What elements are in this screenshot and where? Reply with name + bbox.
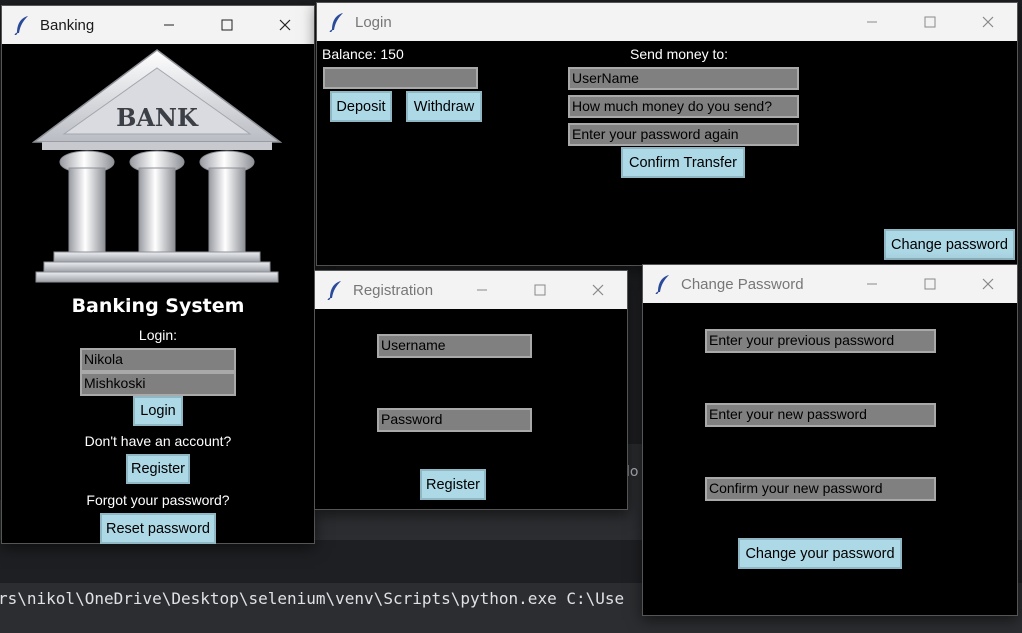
close-button[interactable] (959, 3, 1017, 41)
change-your-password-button[interactable]: Change your password (738, 538, 902, 569)
registration-window: Registration Username Password Register (314, 270, 628, 510)
change-password-client: Enter your previous password Enter your … (643, 303, 1017, 615)
previous-password-input[interactable]: Enter your previous password (705, 329, 936, 353)
close-button[interactable] (256, 6, 314, 44)
send-money-label: Send money to: (630, 46, 729, 62)
registration-client: Username Password Register (315, 309, 627, 509)
registration-titlebar[interactable]: Registration (315, 271, 627, 309)
confirm-transfer-button[interactable]: Confirm Transfer (621, 147, 745, 178)
feather-icon (325, 279, 347, 301)
app-heading: Banking System (71, 295, 245, 317)
feather-icon (12, 14, 34, 36)
window-title: Change Password (681, 275, 804, 293)
bank-logo-text: BANK (116, 103, 199, 132)
maximize-button[interactable] (901, 3, 959, 41)
bank-logo: BANK (32, 49, 282, 283)
minimize-button[interactable] (843, 3, 901, 41)
new-password-input[interactable]: Enter your new password (705, 403, 936, 427)
maximize-button[interactable] (198, 6, 256, 44)
no-account-label: Don't have an account? (84, 433, 232, 449)
minimize-button[interactable] (140, 6, 198, 44)
confirm-new-password-input[interactable]: Confirm your new password (705, 477, 936, 501)
feather-icon (653, 273, 675, 295)
feather-icon (327, 11, 349, 33)
login-titlebar[interactable]: Login (317, 3, 1017, 41)
amount-input[interactable] (323, 67, 478, 89)
minimize-button[interactable] (453, 271, 511, 309)
username-input[interactable]: Nikola (80, 348, 236, 372)
change-password-window: Change Password Enter your previous pass… (642, 264, 1018, 616)
login-label: Login: (138, 327, 178, 343)
register-button[interactable]: Register (126, 454, 190, 484)
change-password-titlebar[interactable]: Change Password (643, 265, 1017, 303)
window-title: Login (355, 13, 392, 31)
balance-label: Balance: 150 (322, 46, 404, 62)
window-title: Banking (40, 16, 95, 34)
password-input[interactable]: Mishkoski (80, 372, 236, 396)
close-button[interactable] (569, 271, 627, 309)
login-button[interactable]: Login (133, 396, 183, 426)
banking-titlebar[interactable]: Banking (2, 6, 314, 44)
login-window: Login Balance: 150 Deposit Withdraw Send… (316, 2, 1018, 266)
terminal-line: rs\nikol\OneDrive\Desktop\selenium\venv\… (0, 589, 625, 608)
username-input[interactable]: Username (377, 334, 532, 358)
withdraw-button[interactable]: Withdraw (406, 91, 482, 122)
window-title: Registration (353, 281, 434, 299)
banking-client: BANK Banking System Login: Nikola Mishko… (2, 44, 314, 544)
forgot-password-label: Forgot your password? (86, 492, 230, 508)
transfer-amount-input[interactable]: How much money do you send? (568, 95, 799, 118)
maximize-button[interactable] (511, 271, 569, 309)
password-input[interactable]: Password (377, 408, 532, 432)
recipient-input[interactable]: UserName (568, 67, 799, 90)
reset-password-button[interactable]: Reset password (100, 513, 216, 544)
register-button[interactable]: Register (420, 469, 486, 500)
confirm-password-input[interactable]: Enter your password again (568, 123, 799, 146)
deposit-button[interactable]: Deposit (330, 91, 392, 122)
login-client: Balance: 150 Deposit Withdraw Send money… (317, 41, 1017, 265)
minimize-button[interactable] (843, 265, 901, 303)
close-button[interactable] (959, 265, 1017, 303)
change-password-button[interactable]: Change password (884, 229, 1015, 260)
maximize-button[interactable] (901, 265, 959, 303)
banking-window: Banking BANK Banking System Login: Nikol… (1, 5, 315, 544)
